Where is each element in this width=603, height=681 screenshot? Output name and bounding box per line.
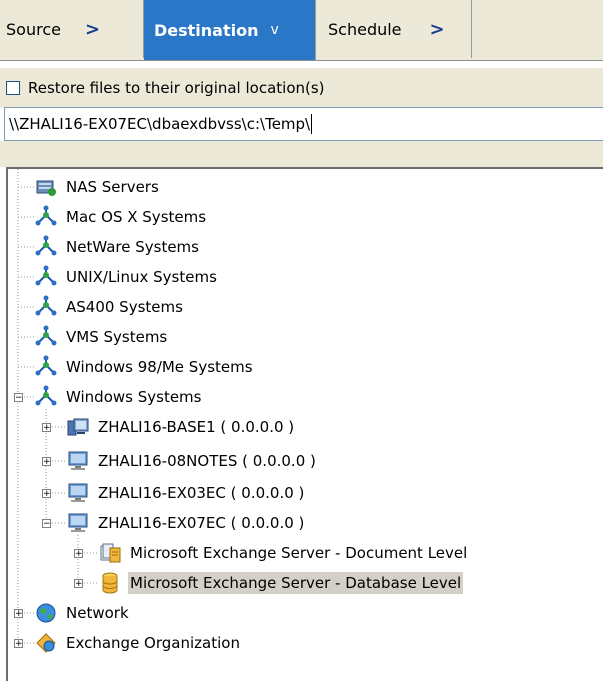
tree-node-label: Network xyxy=(66,604,129,622)
computer-icon xyxy=(68,451,88,470)
tree-node-label: NAS Servers xyxy=(66,178,159,196)
tree-node-label: AS400 Systems xyxy=(66,298,183,316)
expand-toggle[interactable]: + xyxy=(74,549,83,559)
tree-node-unix-linux-systems[interactable]: UNIX/Linux Systems xyxy=(34,262,219,292)
chevron-right-icon: > xyxy=(429,18,445,40)
tree-node-label: ZHALI16-EX07EC ( 0.0.0.0 ) xyxy=(98,514,305,532)
tab-destination[interactable]: Destination v xyxy=(144,0,316,60)
separator-band xyxy=(0,141,603,167)
database-icon xyxy=(102,572,118,594)
restore-original-label: Restore files to their original location… xyxy=(28,79,325,97)
tree-node-netware-systems[interactable]: NetWare Systems xyxy=(34,232,201,262)
network-system-icon xyxy=(35,385,57,406)
tree-node-label: ZHALI16-EX03EC ( 0.0.0.0 ) xyxy=(98,484,305,502)
tree-node-nas-servers[interactable]: NAS Servers xyxy=(34,172,161,202)
computer-icon xyxy=(68,513,88,532)
expand-toggle[interactable]: + xyxy=(74,579,83,589)
tree-node-label: NetWare Systems xyxy=(66,238,199,256)
tab-schedule-label: Schedule xyxy=(328,19,402,39)
tree-node-label: Windows Systems xyxy=(66,388,202,406)
tree-node-label: ZHALI16-08NOTES ( 0.0.0.0 ) xyxy=(98,452,316,470)
network-system-icon xyxy=(35,325,57,346)
network-system-icon xyxy=(35,235,57,256)
expand-toggle[interactable]: + xyxy=(42,489,51,499)
tree-node-label: UNIX/Linux Systems xyxy=(66,268,217,286)
expand-toggle[interactable]: + xyxy=(14,609,23,619)
tree-node-mac-os-x-systems[interactable]: Mac OS X Systems xyxy=(34,202,208,232)
collapse-toggle[interactable]: − xyxy=(14,393,23,403)
expand-toggle[interactable]: + xyxy=(42,457,51,467)
tab-schedule[interactable]: Schedule > xyxy=(316,0,472,58)
destination-path-value: \\ZHALI16-EX07EC\dbaexdbvss\c:\Temp\ xyxy=(9,115,311,133)
tab-strip: Source > Destination v Schedule > xyxy=(0,0,603,61)
network-system-icon xyxy=(35,355,57,376)
chevron-down-icon: v xyxy=(270,22,279,38)
expand-toggle[interactable]: + xyxy=(14,639,23,649)
tree-node-vms-systems[interactable]: VMS Systems xyxy=(34,322,169,352)
tree-node-label: Windows 98/Me Systems xyxy=(66,358,253,376)
tree-node-label: Microsoft Exchange Server - Database Lev… xyxy=(128,572,464,594)
tree-node-windows-98-me-systems[interactable]: Windows 98/Me Systems xyxy=(34,352,255,382)
tree-node-label: VMS Systems xyxy=(66,328,168,346)
tree-node-zhali16-base1[interactable]: ZHALI16-BASE1 ( 0.0.0.0 ) xyxy=(66,412,296,442)
collapse-toggle[interactable]: − xyxy=(42,519,51,529)
tree-node-zhali16-ex07ec[interactable]: ZHALI16-EX07EC ( 0.0.0.0 ) xyxy=(66,508,306,538)
expand-toggle[interactable]: + xyxy=(42,423,51,433)
tree-node-label: Exchange Organization xyxy=(66,634,240,652)
tree-node-zhali16-ex03ec[interactable]: ZHALI16-EX03EC ( 0.0.0.0 ) xyxy=(66,478,306,508)
tree-node-network[interactable]: Network xyxy=(34,598,131,628)
exchange-document-icon xyxy=(100,543,121,563)
chevron-right-icon: > xyxy=(84,18,101,40)
tree-node-exchange-database-level[interactable]: Microsoft Exchange Server - Database Lev… xyxy=(98,568,464,598)
tab-destination-label: Destination xyxy=(154,20,259,40)
tree-node-windows-systems[interactable]: Windows Systems xyxy=(34,382,203,412)
tree-node-label: Mac OS X Systems xyxy=(66,208,207,226)
tree-node-label: ZHALI16-BASE1 ( 0.0.0.0 ) xyxy=(98,418,295,436)
tree-node-label: Microsoft Exchange Server - Document Lev… xyxy=(130,544,468,562)
network-system-icon xyxy=(35,205,57,226)
exchange-organization-icon xyxy=(36,633,56,653)
tree-node-exchange-organization[interactable]: Exchange Organization xyxy=(34,628,242,658)
restore-original-checkbox[interactable] xyxy=(6,81,20,95)
destination-tree[interactable]: NAS Servers Mac OS X Systems NetWare Sys… xyxy=(6,167,603,681)
server-icon xyxy=(67,418,89,436)
tree-node-zhali16-08notes[interactable]: ZHALI16-08NOTES ( 0.0.0.0 ) xyxy=(66,446,318,476)
destination-path-field[interactable]: \\ZHALI16-EX07EC\dbaexdbvss\c:\Temp\ xyxy=(4,107,603,141)
tree-node-as400-systems[interactable]: AS400 Systems xyxy=(34,292,185,322)
network-system-icon xyxy=(35,265,57,286)
tab-source-label: Source xyxy=(6,19,61,39)
restore-option-row: Restore files to their original location… xyxy=(0,68,603,108)
network-globe-icon xyxy=(36,603,56,623)
text-caret xyxy=(311,114,313,134)
tree-node-exchange-document-level[interactable]: Microsoft Exchange Server - Document Lev… xyxy=(98,538,469,568)
network-system-icon xyxy=(35,295,57,316)
tab-source[interactable]: Source > xyxy=(0,0,144,58)
nas-server-icon xyxy=(36,180,56,196)
computer-icon xyxy=(68,483,88,502)
